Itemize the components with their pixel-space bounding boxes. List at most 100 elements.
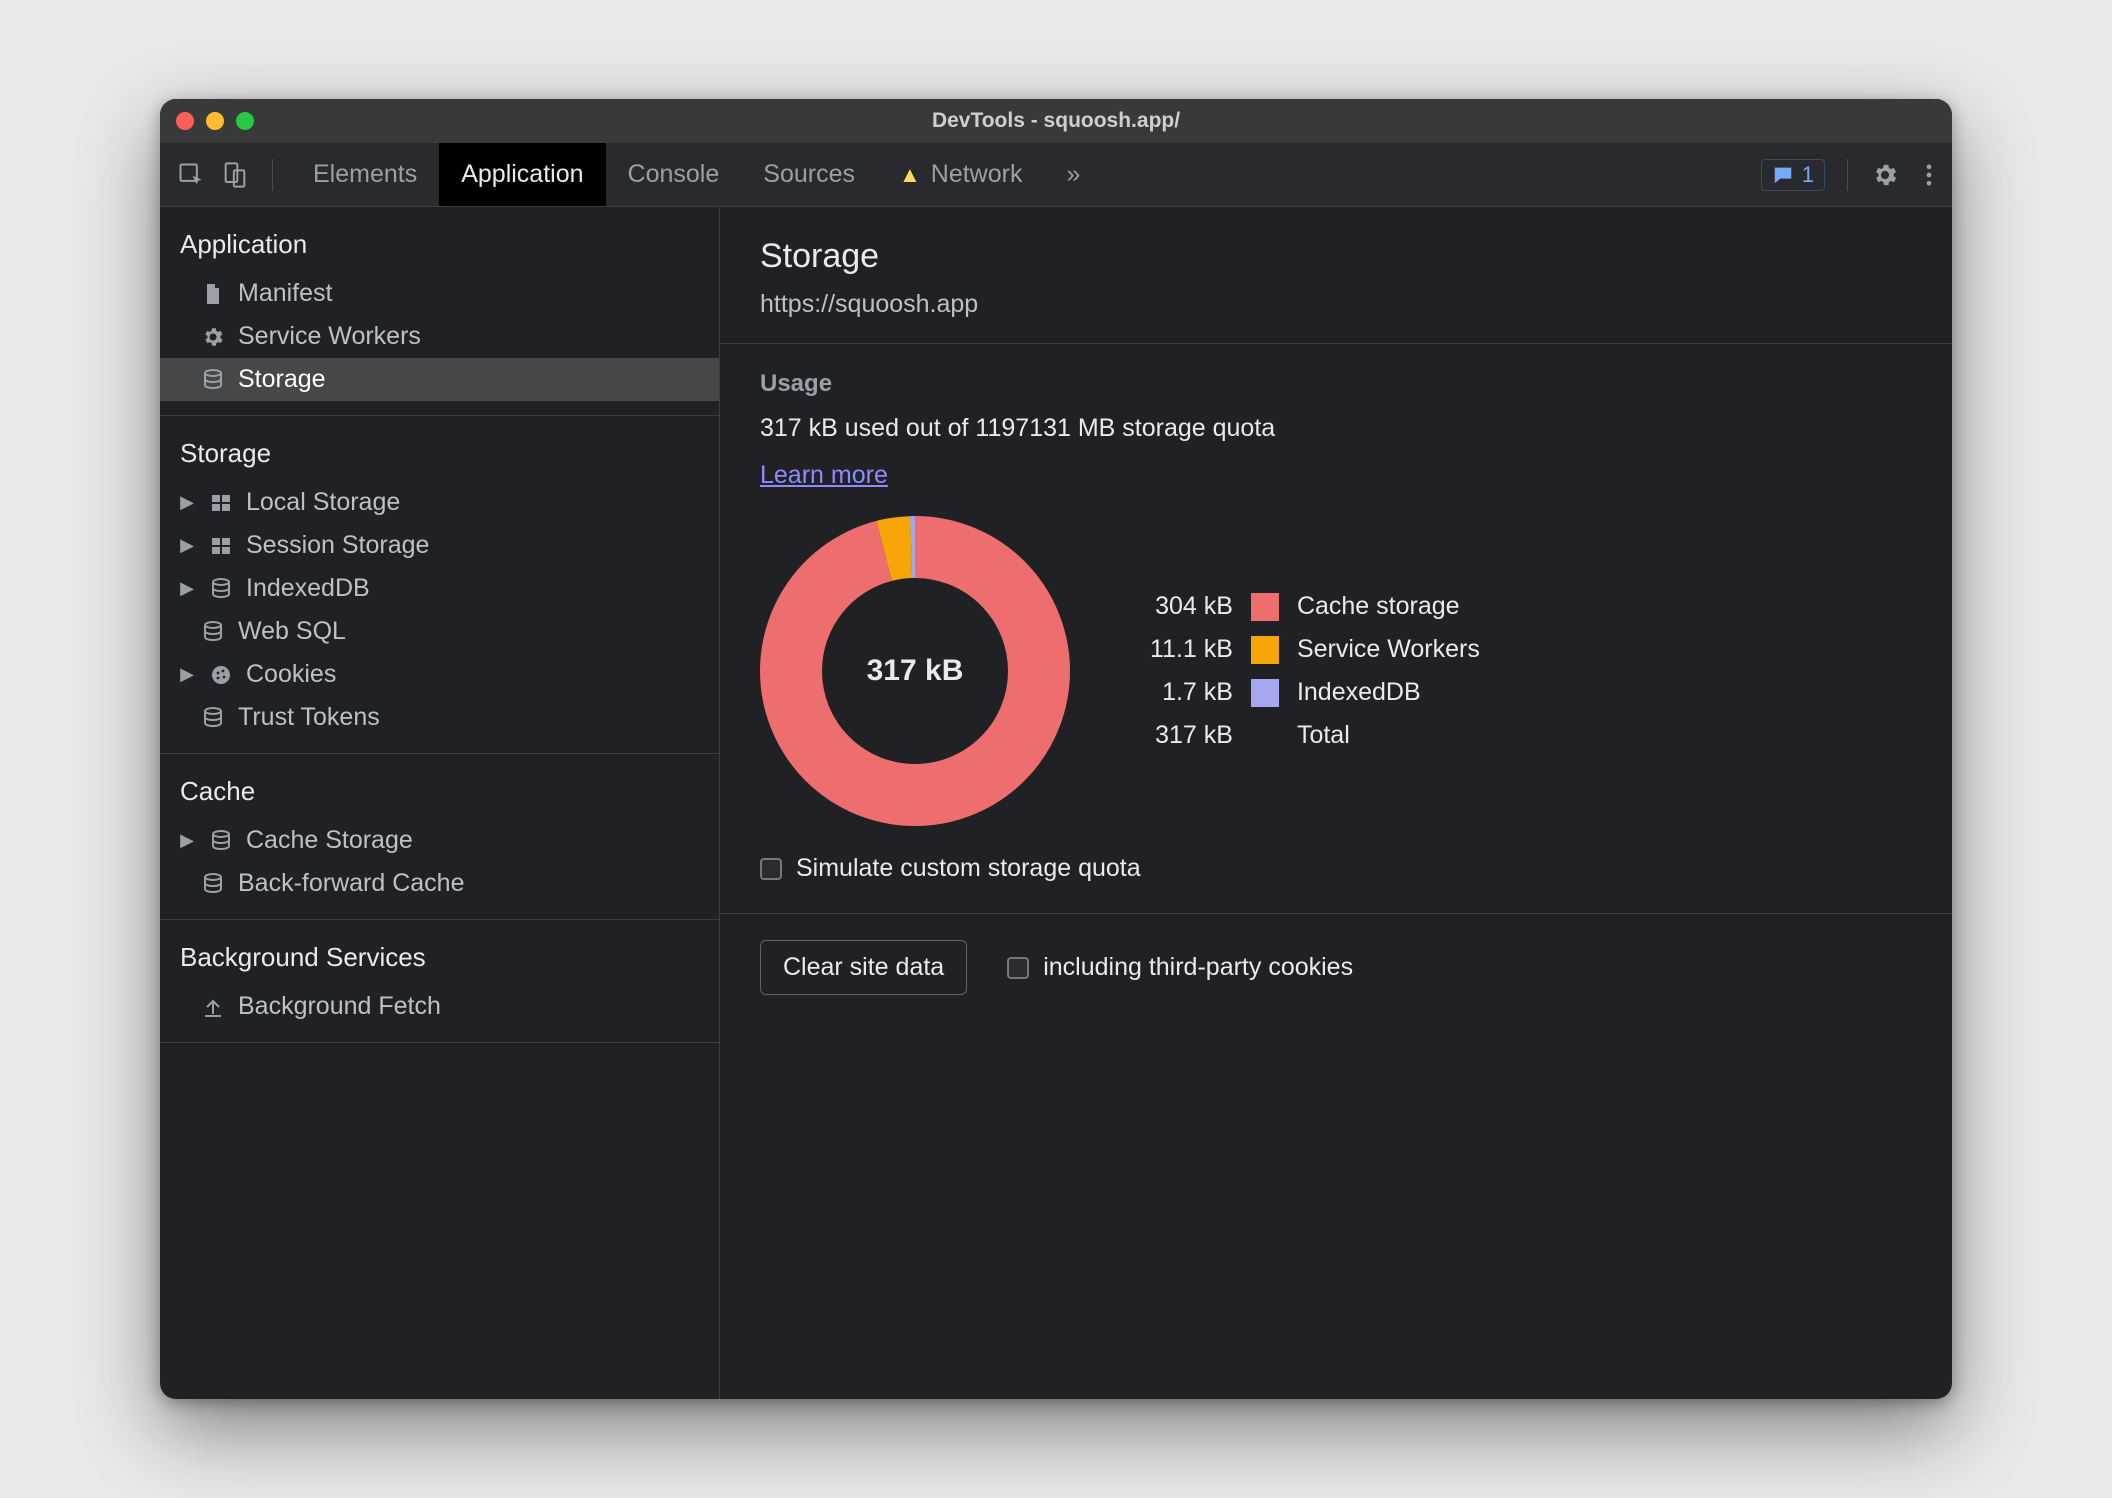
caret-icon: ▶ xyxy=(178,664,196,685)
tab-label: Sources xyxy=(763,160,855,189)
tab-elements[interactable]: Elements xyxy=(291,143,439,206)
legend-swatch xyxy=(1251,679,1279,707)
tab-label: Network xyxy=(931,160,1023,189)
caret-icon: ▶ xyxy=(178,578,196,599)
tab-application[interactable]: Application xyxy=(439,143,605,206)
gear-icon xyxy=(200,324,226,350)
donut-center-label: 317 kB xyxy=(760,516,1070,826)
clear-site-data-button[interactable]: Clear site data xyxy=(760,940,967,995)
sidebar-item-label: Local Storage xyxy=(246,488,400,517)
usage-summary: 317 kB used out of 1197131 MB storage qu… xyxy=(760,414,1912,443)
upload-icon xyxy=(200,994,226,1020)
tabbar: Elements Application Console Sources ▲ N… xyxy=(160,143,1952,207)
caret-icon: ▶ xyxy=(178,830,196,851)
sidebar-item-storage[interactable]: Storage xyxy=(160,358,719,401)
settings-icon[interactable] xyxy=(1870,160,1900,190)
origin-url: https://squoosh.app xyxy=(760,290,1912,319)
db-icon xyxy=(200,705,226,731)
usage-donut-chart: 317 kB xyxy=(760,516,1070,826)
sidebar-item-label: Cache Storage xyxy=(246,826,413,855)
tab-console[interactable]: Console xyxy=(606,143,742,206)
inspect-element-icon[interactable] xyxy=(176,160,206,190)
sidebar-item-label: Manifest xyxy=(238,279,332,308)
legend-value: 1.7 kB xyxy=(1150,678,1233,707)
tabbar-right-tools: 1 xyxy=(1761,159,1944,191)
grid-icon xyxy=(208,533,234,559)
legend-label: Cache storage xyxy=(1297,592,1480,621)
simulate-quota-label: Simulate custom storage quota xyxy=(796,854,1141,883)
caret-icon: ▶ xyxy=(178,535,196,556)
tab-sources[interactable]: Sources xyxy=(741,143,877,206)
simulate-quota-checkbox[interactable] xyxy=(760,858,782,880)
usage-heading: Usage xyxy=(760,370,1912,398)
usage-section: Usage 317 kB used out of 1197131 MB stor… xyxy=(720,344,1952,914)
db-icon xyxy=(208,828,234,854)
grid-icon xyxy=(208,490,234,516)
sidebar-item-label: Service Workers xyxy=(238,322,421,351)
tab-label: Console xyxy=(628,160,720,189)
sidebar-item-label: Trust Tokens xyxy=(238,703,380,732)
simulate-quota-row: Simulate custom storage quota xyxy=(760,854,1912,883)
sidebar-item-cookies[interactable]: ▶ Cookies xyxy=(160,653,719,696)
speech-bubble-icon xyxy=(1772,164,1794,186)
sidebar-item-cache-storage[interactable]: ▶ Cache Storage xyxy=(160,819,719,862)
divider xyxy=(272,159,273,191)
sidebar-item-label: Back-forward Cache xyxy=(238,869,464,898)
sidebar-item-label: Cookies xyxy=(246,660,336,689)
panel-title: Storage xyxy=(760,237,1912,276)
legend-total-label: Total xyxy=(1297,721,1480,750)
sidebar-item-label: Session Storage xyxy=(246,531,429,560)
titlebar: DevTools - squoosh.app/ xyxy=(160,99,1952,143)
devtools-window: DevTools - squoosh.app/ Elements Applica… xyxy=(160,99,1952,1399)
tabs-overflow[interactable]: » xyxy=(1044,143,1102,206)
include-third-party-row: including third-party cookies xyxy=(1007,953,1353,982)
kebab-menu-icon[interactable] xyxy=(1914,160,1944,190)
sidebar-item-back-forward-cache[interactable]: Back-forward Cache xyxy=(160,862,719,905)
tab-network[interactable]: ▲ Network xyxy=(877,143,1044,206)
legend-label: IndexedDB xyxy=(1297,678,1480,707)
sidebar-item-web-sql[interactable]: Web SQL xyxy=(160,610,719,653)
db-icon xyxy=(208,576,234,602)
sidebar-heading: Cache xyxy=(160,766,719,819)
tab-label: Application xyxy=(461,160,583,189)
sidebar-item-label: Storage xyxy=(238,365,326,394)
minimize-window-button[interactable] xyxy=(206,112,224,130)
sidebar-item-label: IndexedDB xyxy=(246,574,370,603)
divider xyxy=(1847,159,1848,191)
learn-more-link[interactable]: Learn more xyxy=(760,461,888,489)
close-window-button[interactable] xyxy=(176,112,194,130)
main-panel: Storage https://squoosh.app Usage 317 kB… xyxy=(720,207,1952,1399)
tab-label: Elements xyxy=(313,160,417,189)
legend-swatch xyxy=(1251,636,1279,664)
sidebar-item-label: Background Fetch xyxy=(238,992,441,1021)
sidebar-item-service-workers[interactable]: Service Workers xyxy=(160,315,719,358)
sidebar-heading: Storage xyxy=(160,428,719,481)
legend-total-value: 317 kB xyxy=(1150,721,1233,750)
window-controls xyxy=(176,112,254,130)
sidebar-item-indexeddb[interactable]: ▶ IndexedDB xyxy=(160,567,719,610)
sidebar-item-manifest[interactable]: Manifest xyxy=(160,272,719,315)
legend-label: Service Workers xyxy=(1297,635,1480,664)
tabbar-left-tools xyxy=(176,159,281,191)
issues-badge[interactable]: 1 xyxy=(1761,159,1825,191)
sidebar-item-local-storage[interactable]: ▶Local Storage xyxy=(160,481,719,524)
zoom-window-button[interactable] xyxy=(236,112,254,130)
sidebar-heading: Background Services xyxy=(160,932,719,985)
usage-breakdown: 317 kB 304 kBCache storage11.1 kBService… xyxy=(760,516,1912,826)
sidebar-item-label: Web SQL xyxy=(238,617,346,646)
sidebar-item-trust-tokens[interactable]: Trust Tokens xyxy=(160,696,719,739)
sidebar-item-background-fetch[interactable]: Background Fetch xyxy=(160,985,719,1028)
legend-swatch xyxy=(1251,593,1279,621)
warning-icon: ▲ xyxy=(899,162,921,188)
sidebar-heading: Application xyxy=(160,219,719,272)
device-toolbar-icon[interactable] xyxy=(220,160,250,190)
include-third-party-checkbox[interactable] xyxy=(1007,957,1029,979)
db-icon xyxy=(200,871,226,897)
sidebar: Application Manifest Service Workers Storag… xyxy=(160,207,720,1399)
include-third-party-label: including third-party cookies xyxy=(1043,953,1353,982)
issues-count: 1 xyxy=(1802,162,1814,188)
tabs: Elements Application Console Sources ▲ N… xyxy=(291,143,1102,206)
legend-value: 304 kB xyxy=(1150,592,1233,621)
sidebar-item-session-storage[interactable]: ▶ Session Storage xyxy=(160,524,719,567)
db-icon xyxy=(200,367,226,393)
